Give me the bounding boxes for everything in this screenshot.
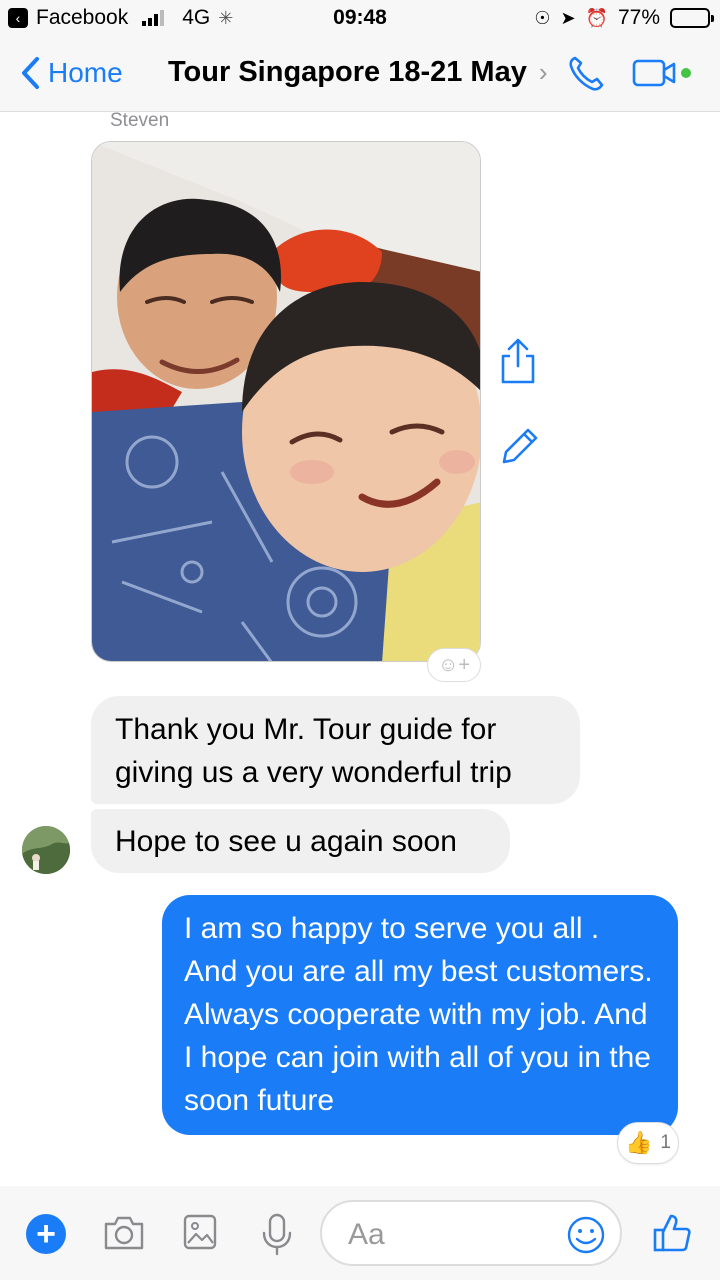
status-bar: ‹ Facebook 4G ✳ 09:48 ☉ ➤ ⏰ 77% (0, 0, 720, 36)
thumbs-up-icon (653, 1214, 691, 1252)
sender-name: Steven (110, 110, 170, 131)
received-message[interactable]: Thank you Mr. Tour guide for giving us a… (91, 696, 580, 804)
emoji-button[interactable] (566, 1215, 606, 1260)
plus-icon: + (36, 1215, 56, 1253)
image-icon (183, 1214, 217, 1250)
phone-icon (569, 56, 604, 91)
shared-photo (92, 142, 480, 661)
sent-message[interactable]: I am so happy to serve you all . And you… (162, 895, 678, 1135)
pencil-icon (502, 428, 538, 464)
battery-icon (670, 8, 714, 28)
camera-icon (104, 1216, 144, 1250)
video-camera-icon (632, 59, 691, 87)
rotation-lock-icon: ☉ (534, 7, 551, 28)
add-reaction-button[interactable]: ☺+ (427, 648, 481, 682)
chevron-right-icon: › (538, 57, 548, 87)
send-like-button[interactable] (652, 1212, 692, 1259)
reaction-count: 1 (660, 1132, 671, 1153)
voice-call-button[interactable] (566, 54, 606, 99)
share-icon (501, 338, 535, 384)
thumbs-up-emoji-icon: 👍 (625, 1130, 653, 1155)
avatar[interactable] (22, 826, 70, 874)
smiley-plus-icon: ☺+ (437, 653, 471, 676)
photo-message[interactable] (91, 141, 481, 662)
avatar-image (22, 826, 70, 874)
home-back-label: Home (48, 57, 123, 88)
message-composer: + Aa (0, 1186, 720, 1280)
message-input-placeholder: Aa (348, 1218, 385, 1251)
edit-photo-button[interactable] (498, 424, 542, 473)
voice-message-button[interactable] (260, 1212, 294, 1261)
page-title: Tour Singapore 18-21 May (168, 56, 527, 88)
gallery-button[interactable] (182, 1212, 218, 1257)
more-actions-button[interactable]: + (26, 1214, 66, 1254)
video-call-button[interactable] (632, 58, 694, 95)
smiley-icon (567, 1216, 605, 1254)
battery-percent: 77% (617, 6, 660, 29)
camera-button[interactable] (102, 1212, 146, 1257)
alarm-icon: ⏰ (585, 7, 608, 28)
chevron-left-icon (22, 57, 39, 89)
message-input[interactable]: Aa (320, 1200, 622, 1266)
microphone-icon (262, 1213, 292, 1256)
conversation-title-button[interactable]: Tour Singapore 18-21 May › (168, 56, 548, 89)
home-back-button[interactable]: Home (20, 56, 123, 90)
conversation-header: Home Tour Singapore 18-21 May › (0, 36, 720, 112)
message-reaction-badge[interactable]: 👍 1 (617, 1122, 679, 1164)
location-icon: ➤ (560, 7, 576, 28)
share-button[interactable] (498, 336, 538, 391)
received-message[interactable]: Hope to see u again soon (91, 809, 510, 873)
